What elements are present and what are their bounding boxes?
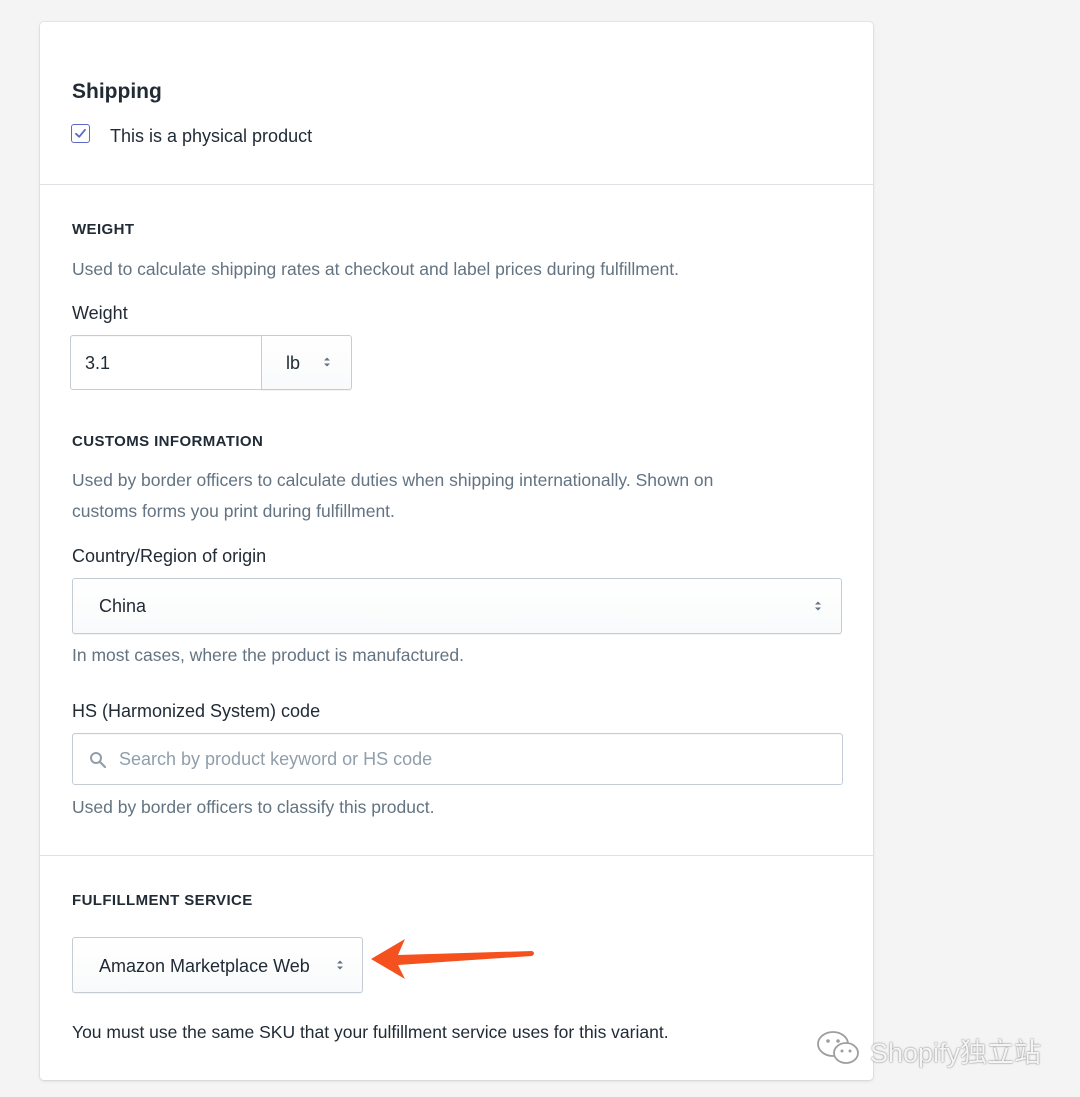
select-arrows-icon — [337, 960, 343, 970]
search-icon — [90, 752, 107, 769]
physical-product-checkbox[interactable] — [71, 124, 90, 143]
weight-help-text: Used to calculate shipping rates at chec… — [72, 259, 680, 279]
hs-code-search-input[interactable]: Search by product keyword or HS code — [72, 733, 843, 785]
weight-value: 3.1 — [85, 353, 111, 373]
annotation-arrow-icon — [371, 939, 534, 979]
country-select[interactable]: China — [72, 578, 842, 634]
checkmark-icon — [75, 128, 86, 138]
weight-input[interactable]: 3.1 — [70, 335, 262, 390]
fulfillment-service-value: Amazon Marketplace Web — [99, 956, 310, 976]
card-title: Shipping — [72, 80, 162, 103]
country-value: China — [99, 596, 147, 616]
fulfillment-note: You must use the same SKU that your fulf… — [72, 1022, 669, 1042]
hs-code-placeholder: Search by product keyword or HS code — [119, 749, 433, 769]
section-divider — [40, 184, 873, 185]
select-arrows-icon — [815, 601, 821, 611]
customs-help-line2: customs forms you print during fulfillme… — [72, 501, 395, 521]
wechat-icon — [817, 1031, 859, 1064]
customs-help-line1: Used by border officers to calculate dut… — [72, 470, 714, 490]
hs-code-help-text: Used by border officers to classify this… — [72, 797, 435, 817]
select-arrows-icon — [324, 357, 330, 367]
physical-product-label[interactable]: This is a physical product — [110, 126, 312, 147]
fulfillment-heading: FULFILLMENT SERVICE — [72, 892, 253, 909]
shipping-card: Shipping This is a physical product WEIG… — [40, 22, 873, 1080]
country-help-text: In most cases, where the product is manu… — [72, 645, 464, 665]
fulfillment-service-select[interactable]: Amazon Marketplace Web — [72, 937, 363, 993]
customs-heading: CUSTOMS INFORMATION — [72, 433, 264, 450]
country-label: Country/Region of origin — [72, 546, 267, 566]
weight-heading: WEIGHT — [72, 221, 135, 238]
weight-unit-select[interactable]: lb — [261, 335, 352, 390]
section-divider — [40, 855, 873, 856]
weight-unit-value: lb — [286, 353, 301, 373]
weight-label: Weight — [72, 303, 128, 323]
hs-code-label: HS (Harmonized System) code — [72, 701, 321, 721]
watermark-text: Shopify独立站 — [870, 1038, 1042, 1068]
